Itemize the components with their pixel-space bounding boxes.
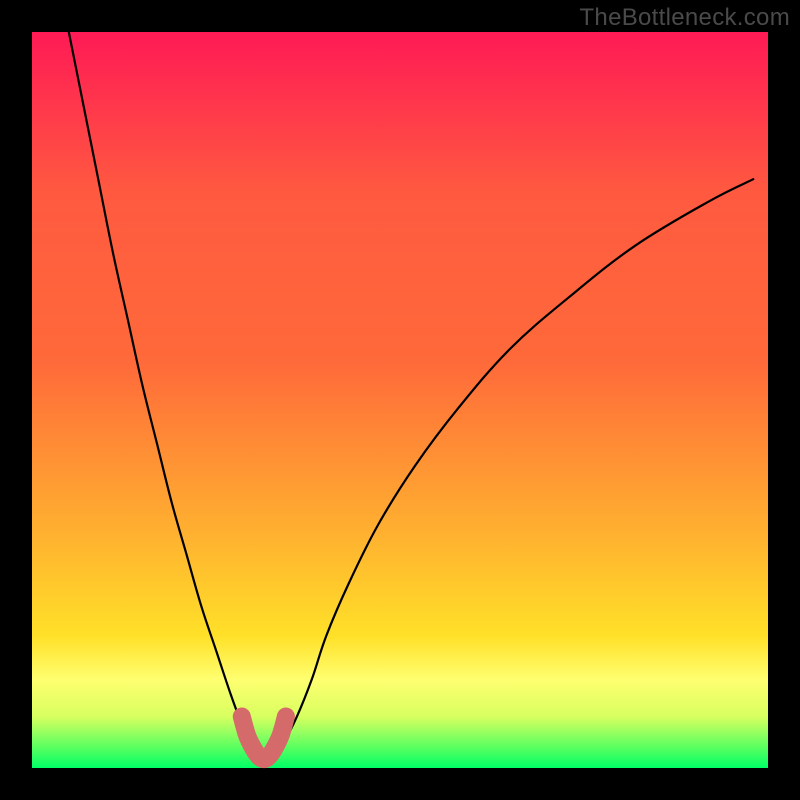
chart-container: TheBottleneck.com	[0, 0, 800, 800]
bottleneck-chart	[0, 0, 800, 800]
gradient-background	[32, 32, 768, 768]
watermark-text: TheBottleneck.com	[579, 4, 790, 32]
